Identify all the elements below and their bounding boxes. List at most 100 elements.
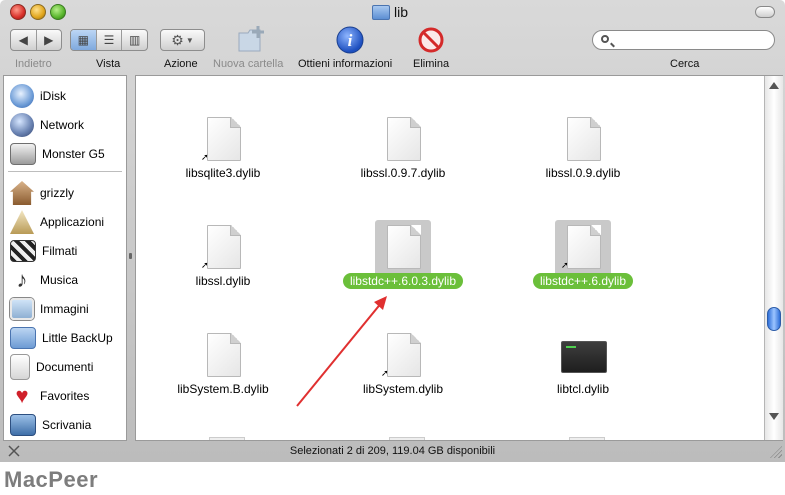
- desktop-icon: [10, 414, 36, 436]
- list-view-button[interactable]: ☰: [97, 30, 123, 50]
- file-name: libssl.dylib: [138, 274, 308, 288]
- back-button[interactable]: ◀: [11, 30, 37, 50]
- search-icon: [601, 35, 609, 43]
- file-name-text: libssl.0.9.7.dylib: [360, 166, 446, 180]
- file-item[interactable]: ➚ libSystem.dylib: [318, 328, 488, 420]
- search-field[interactable]: [592, 30, 775, 50]
- status-bar: Selezionati 2 di 209, 119.04 GB disponib…: [0, 441, 785, 462]
- terminal-exec-icon: [561, 341, 607, 373]
- file-thumb: ➚: [201, 225, 241, 270]
- document-icon: [387, 117, 421, 161]
- sidebar-item-label: Applicazioni: [40, 215, 105, 229]
- pictures-icon: [10, 298, 34, 320]
- file-item-selected[interactable]: libstdc++.6.0.3.dylib: [318, 220, 488, 312]
- file-name: libssl.0.9.7.dylib: [318, 166, 488, 180]
- sidebar-splitter[interactable]: [127, 75, 135, 441]
- icon-view-button[interactable]: ▦: [71, 30, 97, 50]
- minimize-button[interactable]: [30, 4, 46, 20]
- folder-icon: [10, 327, 36, 349]
- action-button[interactable]: ⚙ ▼: [160, 29, 205, 51]
- gear-icon: ⚙: [171, 31, 184, 48]
- sidebar-item-little-backup[interactable]: Little BackUp: [10, 325, 113, 351]
- toolbar-toggle-button[interactable]: [755, 6, 775, 18]
- file-item-selected[interactable]: ➚ libstdc++.6.dylib: [498, 220, 668, 312]
- window-title-text: lib: [394, 4, 409, 20]
- delete-label: Elimina: [413, 58, 450, 70]
- file-thumb: [561, 333, 607, 377]
- sidebar-item-idisk[interactable]: iDisk: [10, 83, 66, 109]
- sidebar-item-label: Scrivania: [42, 418, 92, 432]
- file-name-text: libstdc++.6.0.3.dylib: [342, 273, 464, 289]
- new-folder-label: Nuova cartella: [213, 58, 284, 70]
- icon-view-icon: ▦: [77, 33, 89, 47]
- file-item[interactable]: libSystem.B.dylib: [138, 328, 308, 420]
- sidebar-item-label: Immagini: [40, 302, 89, 316]
- document-icon: [207, 117, 241, 161]
- back-forward-control[interactable]: ◀ ▶: [10, 29, 62, 51]
- new-folder-button[interactable]: [236, 24, 268, 54]
- file-thumb: ➚: [201, 117, 241, 162]
- file-item[interactable]: libssl.0.9.7.dylib: [318, 112, 488, 204]
- sidebar-item-grizzly[interactable]: grizzly: [10, 180, 74, 206]
- file-thumb: [387, 117, 421, 161]
- zoom-button[interactable]: [50, 4, 66, 20]
- file-name-text: libssl.dylib: [195, 274, 251, 288]
- network-globe-icon: [10, 113, 34, 137]
- vertical-scrollbar[interactable]: [764, 76, 783, 440]
- alias-arrow-icon: ➚: [381, 368, 389, 378]
- get-info-button[interactable]: i: [336, 26, 364, 54]
- file-name: libstdc++.6.dylib: [498, 273, 668, 289]
- file-item[interactable]: libtcl.dylib: [498, 328, 668, 420]
- close-button[interactable]: [10, 4, 26, 20]
- sidebar-item-network[interactable]: Network: [10, 112, 84, 138]
- get-info-label: Ottieni informazioni: [298, 58, 393, 70]
- sidebar-item-applicazioni[interactable]: Applicazioni: [10, 209, 104, 235]
- column-view-button[interactable]: ▥: [122, 30, 147, 50]
- sidebar-item-documenti[interactable]: Documenti: [10, 354, 93, 380]
- file-name-text: libssl.0.9.dylib: [545, 166, 621, 180]
- search-input[interactable]: [615, 32, 769, 50]
- document-icon: [207, 333, 241, 377]
- list-view-icon: ☰: [103, 33, 115, 47]
- sidebar-item-scrivania[interactable]: Scrivania: [10, 412, 91, 438]
- sidebar-item-filmati[interactable]: Filmati: [10, 238, 77, 264]
- view-mode-control[interactable]: ▦ ☰ ▥: [70, 29, 148, 51]
- sidebar-item-label: Documenti: [36, 360, 94, 374]
- scroll-up-icon[interactable]: [769, 82, 779, 89]
- sidebar-item-label: iDisk: [40, 89, 66, 103]
- document-icon: [387, 333, 421, 377]
- file-name-text: libtcl.dylib: [556, 382, 610, 396]
- delete-no-entry-icon: [418, 27, 444, 53]
- finder-window: lib ◀ ▶ Indietro ▦ ☰ ▥ Vista ⚙ ▼ Azione …: [0, 0, 785, 462]
- file-item[interactable]: ➚ libsqlite3.dylib: [138, 112, 308, 204]
- home-icon: [10, 181, 34, 205]
- file-thumb: ➚: [381, 333, 421, 378]
- document-icon: [207, 225, 241, 269]
- sidebar-item-monster-g5[interactable]: Monster G5: [10, 141, 105, 167]
- sidebar-separator: [8, 171, 122, 172]
- file-item[interactable]: ➚ libssl.dylib: [138, 220, 308, 312]
- file-icon-view: ➚ libsqlite3.dylib libssl.0.9.7.dylib li…: [135, 75, 783, 441]
- sidebar-item-musica[interactable]: ♪ Musica: [10, 267, 79, 293]
- file-name: libtcl.dylib: [498, 382, 668, 396]
- scroll-thumb[interactable]: [767, 307, 781, 331]
- forward-arrow-icon: ▶: [44, 33, 54, 47]
- column-view-icon: ▥: [129, 33, 141, 47]
- delete-button[interactable]: [418, 27, 444, 53]
- window-title: lib: [372, 3, 408, 21]
- sidebar-item-label: Favorites: [40, 389, 90, 403]
- alias-arrow-icon: ➚: [201, 260, 209, 270]
- splitter-grip-icon: [129, 253, 132, 259]
- sidebar-item-favorites[interactable]: ♥ Favorites: [10, 383, 89, 409]
- sidebar-item-label: Musica: [40, 273, 79, 287]
- title-bar[interactable]: lib: [0, 0, 785, 24]
- sidebar-item-immagini[interactable]: Immagini: [10, 296, 89, 322]
- file-name: libsqlite3.dylib: [138, 166, 308, 180]
- file-item[interactable]: libssl.0.9.dylib: [498, 112, 668, 204]
- scroll-down-icon[interactable]: [769, 413, 779, 420]
- file-name: libssl.0.9.dylib: [498, 166, 668, 180]
- sidebar-item-label: Filmati: [42, 244, 78, 258]
- back-arrow-icon: ◀: [18, 33, 28, 47]
- file-name-text: libSystem.dylib: [362, 382, 444, 396]
- forward-button[interactable]: ▶: [37, 30, 62, 50]
